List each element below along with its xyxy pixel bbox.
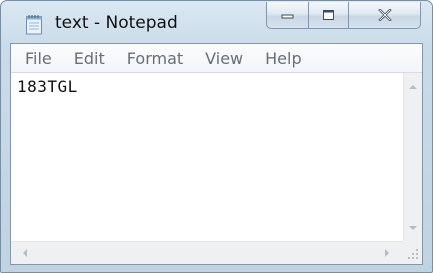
menu-view[interactable]: View xyxy=(205,49,243,68)
maximize-button[interactable] xyxy=(309,2,349,29)
minimize-button[interactable] xyxy=(266,2,309,29)
grip-dot xyxy=(412,257,414,259)
editor-content: 183TGL xyxy=(17,77,78,96)
menu-file[interactable]: File xyxy=(25,49,52,68)
maximize-icon xyxy=(322,10,334,20)
caption-buttons xyxy=(266,2,423,30)
title-bar[interactable]: text - Notepad xyxy=(1,1,432,43)
notepad-window: text - Notepad File Edit Format View Hel… xyxy=(0,0,433,273)
scroll-right-icon[interactable] xyxy=(385,249,389,257)
text-editor[interactable]: 183TGL xyxy=(11,73,403,241)
scroll-left-icon[interactable] xyxy=(23,249,27,257)
client-area: File Edit Format View Help 183TGL xyxy=(10,43,423,265)
scroll-up-icon[interactable] xyxy=(409,85,417,89)
notepad-icon xyxy=(26,15,42,35)
resize-grip[interactable] xyxy=(403,241,422,264)
menu-format[interactable]: Format xyxy=(127,49,183,68)
grip-dot xyxy=(412,253,414,255)
close-button[interactable] xyxy=(349,2,421,29)
grip-dot xyxy=(416,257,418,259)
menu-edit[interactable]: Edit xyxy=(74,49,105,68)
grip-dot xyxy=(416,253,418,255)
window-title: text - Notepad xyxy=(55,13,178,33)
grip-dot xyxy=(416,249,418,251)
vertical-scrollbar[interactable] xyxy=(403,73,422,241)
horizontal-scrollbar[interactable] xyxy=(11,241,403,264)
close-icon xyxy=(377,9,392,21)
grip-dot xyxy=(408,257,410,259)
minimize-icon xyxy=(281,14,293,19)
menu-bar: File Edit Format View Help xyxy=(11,44,422,73)
menu-help[interactable]: Help xyxy=(265,49,301,68)
scroll-down-icon[interactable] xyxy=(409,226,417,230)
